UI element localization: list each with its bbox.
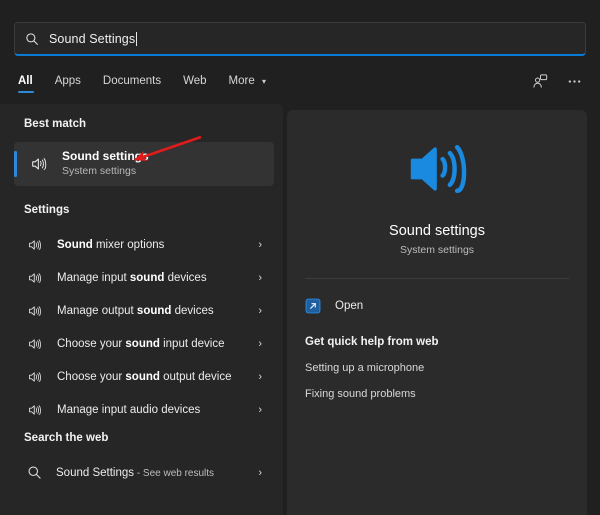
text-caret (136, 31, 138, 46)
search-icon (27, 465, 42, 480)
settings-result-label: Choose your sound output device (57, 371, 258, 383)
speaker-icon (27, 303, 43, 319)
settings-result-label: Sound mixer options (57, 239, 258, 251)
filter-tabs: All Apps Documents Web More ▾ (18, 70, 584, 98)
label-match-term: sound (125, 337, 160, 350)
best-match-result[interactable]: Sound settings System settings (14, 142, 274, 186)
chevron-right-icon: › (258, 370, 262, 383)
quick-help-heading: Get quick help from web (305, 336, 439, 348)
search-icon (25, 32, 39, 46)
search-flyout-window: Sound Settings All Apps Documents Web Mo… (0, 0, 600, 515)
chevron-right-icon: › (258, 403, 262, 416)
external-link-icon (305, 298, 321, 314)
speaker-icon (30, 155, 48, 173)
chevron-down-icon: ▾ (261, 77, 266, 86)
open-button[interactable]: Open (305, 293, 587, 319)
search-input-value: Sound Settings (49, 31, 136, 46)
web-search-label: Sound Settings - See web results (56, 467, 258, 479)
tab-web[interactable]: Web (183, 75, 206, 93)
best-match-title: Sound settings (62, 149, 149, 164)
label-suffix: devices (164, 271, 207, 284)
label-suffix: input device (159, 337, 225, 350)
settings-result-label: Manage input audio devices (57, 404, 258, 416)
chevron-right-icon: › (258, 304, 262, 317)
settings-result-label: Manage output sound devices (57, 305, 258, 317)
chevron-right-icon: › (258, 466, 262, 479)
speaker-icon (27, 237, 43, 253)
speaker-icon (27, 369, 43, 385)
settings-result-row[interactable]: Manage output sound devices › (14, 294, 274, 327)
best-match-heading: Best match (24, 118, 86, 130)
label-prefix: Choose your (57, 337, 126, 350)
tab-web-label: Web (183, 75, 207, 87)
tab-all[interactable]: All (18, 75, 34, 93)
preview-subtitle: System settings (399, 244, 475, 256)
label-suffix: mixer options (92, 238, 165, 251)
tab-more[interactable]: More ▾ (229, 75, 266, 93)
tab-apps[interactable]: Apps (55, 75, 81, 93)
search-input[interactable]: Sound Settings (14, 22, 586, 56)
tab-more-label: More (228, 75, 255, 87)
preview-hero: Sound settings System settings (287, 110, 587, 256)
label-prefix: Manage input audio devices (57, 403, 201, 416)
chevron-right-icon: › (258, 271, 262, 284)
search-web-heading: Search the web (24, 432, 109, 444)
preview-divider (305, 278, 569, 279)
chevron-right-icon: › (258, 337, 262, 350)
label-prefix: Manage input (57, 271, 130, 284)
help-link-sound-problems[interactable]: Fixing sound problems (305, 388, 587, 400)
settings-result-row[interactable]: Choose your sound output device › (14, 360, 274, 393)
label-match-term: sound (136, 304, 172, 317)
tab-documents[interactable]: Documents (103, 75, 161, 93)
tab-apps-label: Apps (54, 75, 81, 87)
label-suffix: devices (171, 304, 214, 317)
speaker-icon (27, 402, 43, 418)
settings-heading: Settings (24, 204, 70, 216)
label-match-term: sound (125, 370, 160, 383)
selection-accent-bar (14, 151, 17, 177)
open-label: Open (335, 300, 364, 312)
tab-documents-label: Documents (102, 75, 162, 87)
web-search-hint: - See web results (134, 467, 215, 479)
tab-all-label: All (18, 75, 33, 87)
help-link-microphone[interactable]: Setting up a microphone (305, 362, 587, 374)
feedback-icon[interactable] (530, 73, 550, 94)
preview-title: Sound settings (389, 223, 485, 239)
label-match-term: Sound (57, 238, 93, 251)
label-suffix: output device (159, 370, 232, 383)
settings-result-label: Choose your sound input device (57, 338, 258, 350)
more-options-icon[interactable] (564, 74, 584, 94)
settings-result-row[interactable]: Manage input sound devices › (14, 261, 274, 294)
label-match-term: sound (129, 271, 165, 284)
settings-result-label: Manage input sound devices (57, 272, 258, 284)
settings-result-row[interactable]: Manage input audio devices › (14, 393, 274, 426)
settings-result-row[interactable]: Choose your sound input device › (14, 327, 274, 360)
speaker-icon (27, 270, 43, 286)
chevron-right-icon: › (258, 238, 262, 251)
results-pane: Best match Sound settings System setting… (0, 104, 283, 515)
settings-result-row[interactable]: Sound mixer options › (14, 228, 274, 261)
label-prefix: Choose your (57, 370, 126, 383)
speaker-icon (27, 336, 43, 352)
preview-pane: Sound settings System settings Open Get … (287, 110, 587, 515)
best-match-subtitle: System settings (62, 165, 137, 178)
speaker-icon-large (404, 136, 470, 207)
web-search-result[interactable]: Sound Settings - See web results › (14, 456, 274, 489)
web-search-query: Sound Settings (56, 466, 135, 479)
label-prefix: Manage output (57, 304, 137, 317)
